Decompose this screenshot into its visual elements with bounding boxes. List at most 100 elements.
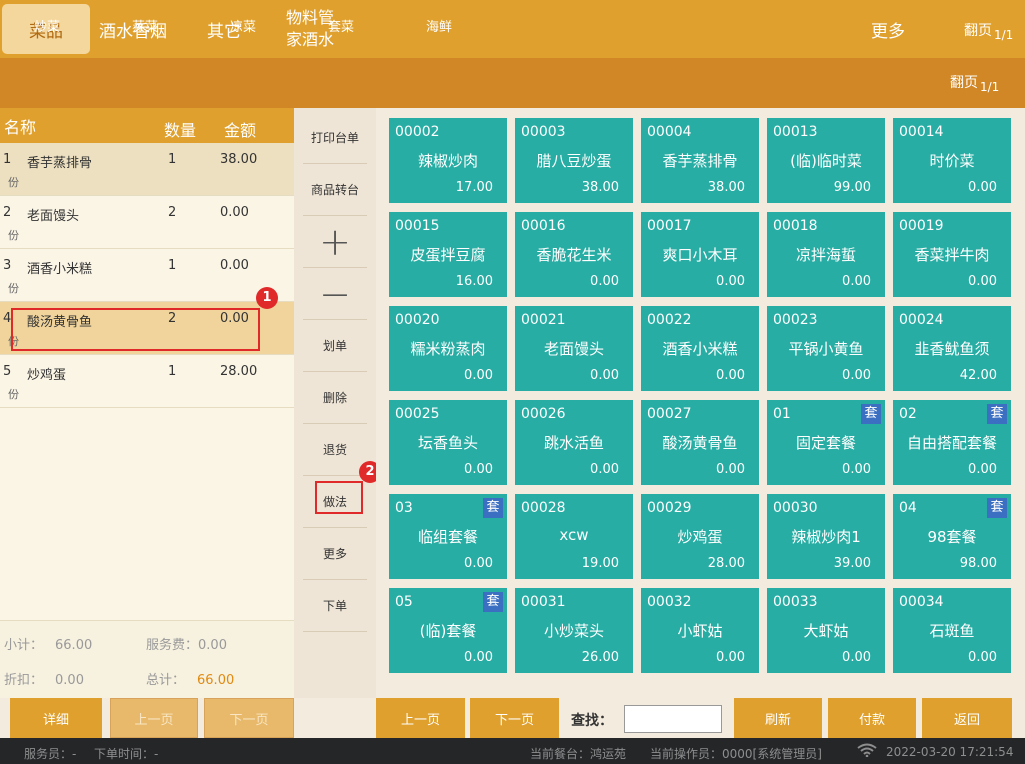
dish-tile[interactable]: 00033 大虾姑 0.00 [767, 588, 885, 673]
dish-code: 00019 [899, 218, 944, 234]
dish-code: 01 [773, 406, 791, 422]
dish-code: 00028 [521, 500, 566, 516]
dish-code: 00016 [521, 218, 566, 234]
dish-tile[interactable]: 00032 小虾姑 0.00 [641, 588, 759, 673]
dish-tile[interactable]: 00020 糯米粉蒸肉 0.00 [389, 306, 507, 391]
dish-tile[interactable]: 00029 炒鸡蛋 28.00 [641, 494, 759, 579]
place-order-button[interactable]: 下单 [303, 580, 367, 632]
order-row[interactable]: 3 酒香小米糕 1 0.00 份 [0, 249, 294, 302]
dish-name: 皮蛋拌豆腐 [410, 246, 486, 264]
dish-code: 00014 [899, 124, 944, 140]
search-input[interactable] [624, 705, 722, 733]
waiter-status: 服务员：- [24, 747, 77, 761]
dish-name: 酒香小米糕 [662, 340, 738, 358]
refresh-button[interactable]: 刷新 [734, 698, 822, 738]
dish-tile[interactable]: 00034 石斑鱼 0.00 [893, 588, 1011, 673]
set-meal-tile[interactable]: 03 套临组套餐 0.00 [389, 494, 507, 579]
dish-tile[interactable]: 00013 (临)临时菜 99.00 [767, 118, 885, 203]
print-order-button[interactable]: 打印台单 [303, 112, 367, 164]
minus-icon[interactable]: − [303, 268, 367, 320]
dish-code: 00003 [521, 124, 566, 140]
discount-label: 折扣： [4, 673, 44, 688]
dish-price: 26.00 [581, 650, 619, 665]
subtab-cold[interactable]: 凉菜 [230, 16, 256, 35]
dish-code: 00033 [773, 594, 818, 610]
dish-tile[interactable]: 00023 平锅小黄鱼 0.00 [767, 306, 885, 391]
dish-tile[interactable]: 00031 小炒菜头 26.00 [515, 588, 633, 673]
more-label: 更多 [871, 21, 905, 42]
return-goods-button[interactable]: 退货 [303, 424, 367, 476]
set-badge: 套 [483, 592, 503, 612]
detail-button[interactable]: 详细 [10, 698, 102, 738]
set-meal-tile[interactable]: 02 套自由搭配套餐 0.00 [893, 400, 1011, 485]
delete-button[interactable]: 删除 [303, 372, 367, 424]
dish-code: 03 [395, 500, 413, 516]
dish-price: 0.00 [590, 462, 619, 477]
pay-button[interactable]: 付款 [828, 698, 916, 738]
more-actions-button[interactable]: 更多 [303, 528, 367, 580]
dish-tile[interactable]: 00003 腊八豆炒蛋 38.00 [515, 118, 633, 203]
order-row[interactable]: 5 炒鸡蛋 1 28.00 份 [0, 355, 294, 408]
order-row[interactable]: 2 老面馒头 2 0.00 份 [0, 196, 294, 249]
dish-tile[interactable]: 00027 酸汤黄骨鱼 0.00 [641, 400, 759, 485]
subtab-set-dishes[interactable]: 套菜 [328, 16, 354, 35]
dish-price: 0.00 [464, 556, 493, 571]
dish-name: 辣椒炒肉 [417, 152, 478, 170]
grid-next-page-button[interactable]: 下一页 [470, 698, 559, 738]
sub-page-turn[interactable]: 翻页 1/1 [950, 72, 999, 94]
order-row[interactable]: 1 香芋蒸排骨 1 38.00 份 [0, 143, 294, 196]
grid-prev-page-button[interactable]: 上一页 [376, 698, 465, 738]
top-more-button[interactable]: 更多 [858, 4, 918, 54]
dish-name: 老面馒头 [543, 340, 604, 358]
dish-tile[interactable]: 00024 韭香鱿鱼须 42.00 [893, 306, 1011, 391]
subtab-steamed[interactable]: 蒸菜 [132, 16, 158, 35]
dish-code: 00002 [395, 124, 440, 140]
dish-code: 00022 [647, 312, 692, 328]
dish-code: 00027 [647, 406, 692, 422]
mark-order-button[interactable]: 划单 [303, 320, 367, 372]
back-button[interactable]: 返回 [922, 698, 1012, 738]
dish-name: 糯米粉蒸肉 [410, 340, 486, 358]
dish-tile[interactable]: 00028 xcw 19.00 [515, 494, 633, 579]
dish-tile[interactable]: 00025 坛香鱼头 0.00 [389, 400, 507, 485]
status-bar: 服务员：- 下单时间：- 当前餐台：鸿运苑 当前操作员：0000[系统管理员] … [0, 738, 1025, 764]
row-name: 炒鸡蛋 [27, 368, 67, 383]
dish-tile[interactable]: 00018 凉拌海蜇 0.00 [767, 212, 885, 297]
dish-tile[interactable]: 00021 老面馒头 0.00 [515, 306, 633, 391]
dish-tile[interactable]: 00026 跳水活鱼 0.00 [515, 400, 633, 485]
dish-tile[interactable]: 00017 爽口小木耳 0.00 [641, 212, 759, 297]
dish-tile[interactable]: 00016 香脆花生米 0.00 [515, 212, 633, 297]
dish-price: 38.00 [581, 180, 619, 195]
dish-tile[interactable]: 00030 辣椒炒肉1 39.00 [767, 494, 885, 579]
set-meal-tile[interactable]: 05 套 (临)套餐 0.00 [389, 588, 507, 673]
dish-name: 自由搭配套餐 [906, 434, 997, 452]
subtab-seafood[interactable]: 海鲜 [426, 16, 452, 35]
subtab-stir-fry[interactable]: 炒菜 [34, 16, 60, 35]
dish-tile[interactable]: 00015 皮蛋拌豆腐 16.00 [389, 212, 507, 297]
dish-code: 00021 [521, 312, 566, 328]
set-meal-tile[interactable]: 04 套 98套餐 98.00 [893, 494, 1011, 579]
dish-tile[interactable]: 00022 酒香小米糕 0.00 [641, 306, 759, 391]
dish-code: 00031 [521, 594, 566, 610]
set-badge: 套 [483, 498, 503, 518]
dish-tile[interactable]: 00002 辣椒炒肉 17.00 [389, 118, 507, 203]
dish-name: 固定套餐 [795, 434, 856, 452]
dish-tile[interactable]: 00004 香芋蒸排骨 38.00 [641, 118, 759, 203]
top-page-turn[interactable]: 翻页 1/1 [964, 20, 1013, 42]
dish-name: 跳水活鱼 [543, 434, 604, 452]
transfer-item-button[interactable]: 商品转台 [303, 164, 367, 216]
dish-code: 00026 [521, 406, 566, 422]
subtotal-value: 66.00 [55, 638, 93, 653]
dish-name: 98套餐 [927, 528, 977, 546]
plus-icon[interactable]: + [303, 216, 367, 268]
order-next-page-button[interactable]: 下一页 [204, 698, 294, 738]
set-meal-tile[interactable]: 01 套固定套餐 0.00 [767, 400, 885, 485]
dish-name: 大虾姑 [803, 622, 849, 640]
dish-price: 0.00 [968, 274, 997, 289]
dish-name: xcw [559, 526, 589, 544]
row-amount: 0.00 [220, 258, 249, 273]
dish-name: 炒鸡蛋 [677, 528, 723, 546]
dish-tile[interactable]: 00014 时价菜 0.00 [893, 118, 1011, 203]
order-prev-page-button[interactable]: 上一页 [110, 698, 198, 738]
dish-tile[interactable]: 00019 香菜拌牛肉 0.00 [893, 212, 1011, 297]
